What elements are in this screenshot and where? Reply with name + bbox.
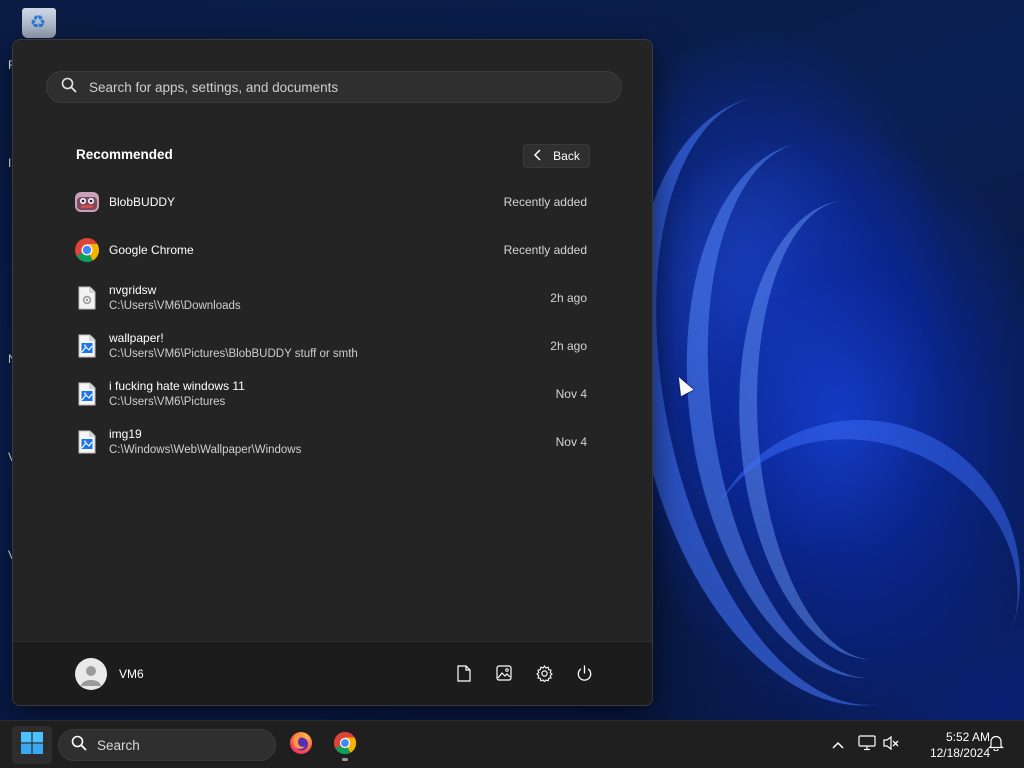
clock-button[interactable]: 5:52 AM 12/18/2024 [910,729,990,761]
recycle-bin-icon[interactable] [22,8,56,38]
clock-time: 5:52 AM [945,730,990,744]
chevron-up-icon [832,736,844,754]
settings-icon[interactable] [534,663,554,683]
image-file-icon [73,428,101,456]
search-icon [71,735,87,756]
recommended-item-path: C:\Users\VM6\Pictures [109,396,226,408]
recommended-item-time: Nov 4 [555,387,587,401]
taskbar-search[interactable]: Search [58,729,276,761]
recommended-item[interactable]: nvgridsw C:\Users\VM6\Downloads 2h ago [65,274,595,322]
recommended-item-name: wallpaper! [109,331,164,345]
chrome-icon [333,731,357,760]
chrome-icon [73,236,101,264]
power-icon[interactable] [574,663,594,683]
search-icon [61,77,77,98]
recommended-heading: Recommended [76,147,173,162]
recommended-list: BlobBUDDY Recently added Google Chrome R… [65,178,595,466]
running-indicator [342,758,348,761]
recommended-item-name: BlobBUDDY [109,195,176,209]
taskbar: Search 5:52 AM 12/18/2024 [0,720,1024,768]
start-menu-footer: VM6 [13,641,652,705]
recommended-item-time: 2h ago [550,339,587,353]
start-menu: Recommended Back BlobBUDDY Recently adde… [12,39,653,706]
windows-logo-icon [21,731,43,759]
recommended-item-name: img19 [109,427,142,441]
volume-muted-icon [882,735,900,756]
image-file-icon [73,380,101,408]
taskbar-search-label: Search [97,737,140,753]
recommended-item-time: Nov 4 [555,435,587,449]
show-hidden-icons-button[interactable] [828,735,848,755]
taskbar-app-chrome[interactable] [327,727,363,763]
recommended-item-path: C:\Windows\Web\Wallpaper\Windows [109,444,302,456]
start-search-box[interactable] [46,71,622,103]
recommended-item-name: Google Chrome [109,243,194,257]
pictures-icon[interactable] [494,663,514,683]
start-button[interactable] [12,726,52,764]
quick-settings-button[interactable] [858,734,902,756]
settings-file-icon [73,284,101,312]
avatar [75,658,107,690]
documents-icon[interactable] [454,663,474,683]
recommended-item-name: nvgridsw [109,283,157,297]
firefox-icon [289,731,313,760]
chevron-left-icon [533,148,543,164]
desktop-icon-label-fragment: I [8,156,12,170]
bell-icon [988,734,1004,756]
recommended-item-name: i fucking hate windows 11 [109,379,245,393]
recommended-item[interactable]: BlobBUDDY Recently added [65,178,595,226]
back-button[interactable]: Back [523,144,590,168]
clock-date: 12/18/2024 [929,746,990,760]
recommended-item-time: Recently added [503,243,587,257]
start-search-input[interactable] [77,72,621,102]
back-button-label: Back [553,149,580,163]
footer-quick-links [454,663,594,683]
recommended-item-path: C:\Users\VM6\Pictures\BlobBUDDY stuff or… [109,348,358,360]
user-name: VM6 [119,667,144,681]
recommended-item[interactable]: i fucking hate windows 11 C:\Users\VM6\P… [65,370,595,418]
recommended-item-time: 2h ago [550,291,587,305]
user-account-button[interactable]: VM6 [75,658,144,690]
taskbar-app-firefox[interactable] [283,727,319,763]
blobbuddy-app-icon [73,188,101,216]
recommended-item[interactable]: img19 C:\Windows\Web\Wallpaper\Windows N… [65,418,595,466]
recommended-item[interactable]: Google Chrome Recently added [65,226,595,274]
image-file-icon [73,332,101,360]
network-icon [858,734,876,756]
recommended-item[interactable]: wallpaper! C:\Users\VM6\Pictures\BlobBUD… [65,322,595,370]
recommended-item-time: Recently added [503,195,587,209]
notifications-button[interactable] [986,735,1006,755]
recommended-item-path: C:\Users\VM6\Downloads [109,300,241,312]
